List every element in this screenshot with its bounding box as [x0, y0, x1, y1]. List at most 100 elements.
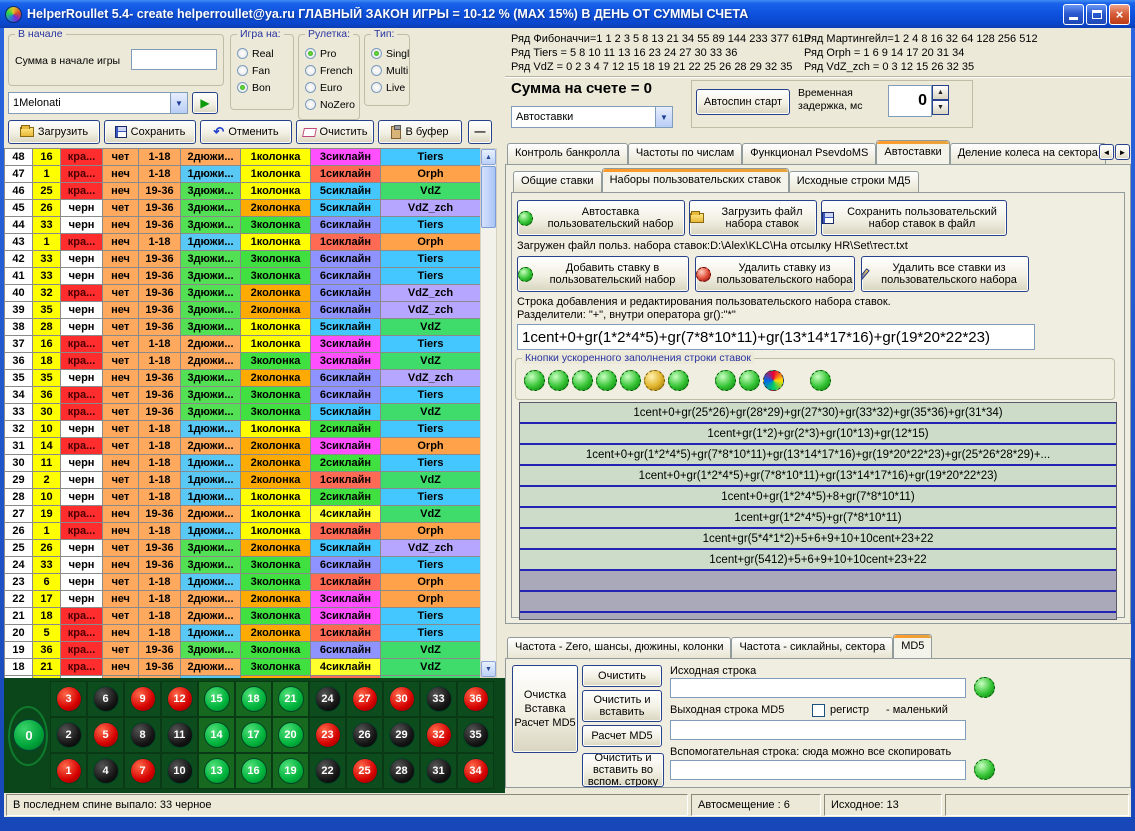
add-bet-button[interactable]: Добавить ставку в пользовательский набор [517, 256, 689, 292]
roulette-cell-9[interactable]: 9 [124, 681, 161, 717]
load-button[interactable]: Загрузить [8, 120, 100, 144]
chip-icon[interactable] [715, 370, 736, 391]
roulette-cell-11[interactable]: 11 [161, 717, 198, 753]
chip-icon[interactable] [620, 370, 641, 391]
roulette-cell-14[interactable]: 14 [198, 717, 235, 753]
bet-string-row[interactable]: 1cent+gr(5*4*1*2)+5+6+9+10+10cent+23+22 [520, 529, 1116, 550]
radio-option-fan[interactable]: Fan [233, 62, 291, 79]
save-button[interactable]: Сохранить [104, 120, 196, 144]
roulette-cell-30[interactable]: 30 [383, 681, 420, 717]
roulette-cell-1[interactable]: 1 [50, 753, 87, 789]
save-bet-set-file-button[interactable]: Сохранить пользовательский набор ставок … [821, 200, 1007, 236]
lowercase-checkbox[interactable] [812, 704, 825, 717]
tab-частоты-по-числам[interactable]: Частоты по числам [628, 143, 742, 164]
preset-select[interactable]: 1Melonati ▼ [8, 92, 188, 114]
tab-контроль-банкролла[interactable]: Контроль банкролла [507, 143, 628, 164]
chip-icon[interactable] [668, 370, 689, 391]
radio-option-live[interactable]: Live [367, 79, 407, 96]
chip-multi-icon[interactable] [763, 370, 784, 391]
roulette-cell-36[interactable]: 36 [457, 681, 494, 717]
md5-clear-paste-aux-button[interactable]: Очистить и вставить во вспом. строку [582, 753, 664, 787]
roulette-cell-33[interactable]: 33 [420, 681, 457, 717]
tab-общие-ставки[interactable]: Общие ставки [513, 171, 602, 192]
delay-input[interactable]: 0 [888, 85, 932, 117]
roulette-cell-3[interactable]: 3 [50, 681, 87, 717]
title-bar[interactable]: HelperRoullet 5.4- create helperroullet@… [0, 0, 1135, 28]
radio-option-bon[interactable]: Bon [233, 79, 291, 96]
close-button[interactable]: × [1109, 4, 1130, 25]
roulette-cell-25[interactable]: 25 [346, 753, 383, 789]
roulette-cell-21[interactable]: 21 [272, 681, 309, 717]
tab-частота-сиклайны-сектора[interactable]: Частота - сиклайны, сектора [731, 637, 893, 658]
roulette-cell-28[interactable]: 28 [383, 753, 420, 789]
md5-aux-input[interactable] [670, 760, 966, 780]
chevron-down-icon[interactable]: ▼ [655, 107, 672, 127]
md5-calc-button[interactable]: Расчет MD5 [582, 725, 662, 747]
chevron-down-icon[interactable]: ▼ [170, 93, 187, 113]
roulette-cell-32[interactable]: 32 [420, 717, 457, 753]
chip-icon[interactable] [739, 370, 760, 391]
radio-option-real[interactable]: Real [233, 45, 291, 62]
tab-scroll-right-button[interactable]: ► [1115, 144, 1130, 160]
roulette-cell-7[interactable]: 7 [124, 753, 161, 789]
chip-icon[interactable] [524, 370, 545, 391]
play-button[interactable]: ▶ [192, 92, 218, 114]
roulette-cell-20[interactable]: 20 [272, 717, 309, 753]
chip-icon[interactable] [974, 677, 995, 698]
start-sum-input[interactable] [131, 49, 217, 70]
md5-source-input[interactable] [670, 678, 966, 698]
autostake-user-set-button[interactable]: Автоставка пользовательский набор [517, 200, 685, 236]
roulette-cell-31[interactable]: 31 [420, 753, 457, 789]
chip-icon[interactable] [572, 370, 593, 391]
radio-option-pro[interactable]: Pro [301, 45, 357, 62]
chip-gold-icon[interactable] [644, 370, 665, 391]
tab-деление-колеса-на-сектора[interactable]: Деление колеса на сектора [950, 143, 1106, 164]
load-bet-set-file-button[interactable]: Загрузить файл набора ставок [689, 200, 817, 236]
collapse-button[interactable]: — [468, 120, 492, 144]
roulette-cell-23[interactable]: 23 [309, 717, 346, 753]
to-buffer-button[interactable]: В буфер [378, 120, 462, 144]
roulette-cell-35[interactable]: 35 [457, 717, 494, 753]
roulette-cell-26[interactable]: 26 [346, 717, 383, 753]
remove-all-bets-button[interactable]: Удалить все ставки из пользовательского … [861, 256, 1029, 292]
radio-option-euro[interactable]: Euro [301, 79, 357, 96]
bet-string-row[interactable]: 1cent+gr(1*2)+gr(2*3)+gr(10*13)+gr(12*15… [520, 424, 1116, 445]
bet-string-row[interactable]: 1cent+0+gr(1*2*4*5)+gr(7*8*10*11)+gr(13*… [520, 445, 1116, 466]
roulette-cell-10[interactable]: 10 [161, 753, 198, 789]
tab-частота-zero-шансы-дюжины-колонки[interactable]: Частота - Zero, шансы, дюжины, колонки [507, 637, 731, 658]
roulette-cell-27[interactable]: 27 [346, 681, 383, 717]
chip-icon[interactable] [974, 759, 995, 780]
roulette-cell-24[interactable]: 24 [309, 681, 346, 717]
roulette-cell-2[interactable]: 2 [50, 717, 87, 753]
md5-clear-button[interactable]: Очистить [582, 665, 662, 687]
roulette-cell-13[interactable]: 13 [198, 753, 235, 789]
scrollbar-thumb[interactable] [481, 166, 496, 228]
undo-button[interactable]: ↶Отменить [200, 120, 292, 144]
chip-icon[interactable] [810, 370, 831, 391]
roulette-cell-16[interactable]: 16 [235, 753, 272, 789]
maximize-button[interactable] [1086, 4, 1107, 25]
bet-string-row[interactable]: 1cent+0+gr(1*2*4*5)+gr(7*8*10*11)+gr(13*… [520, 466, 1116, 487]
remove-bet-button[interactable]: Удалить ставку из пользовательского набо… [695, 256, 855, 292]
bet-string-row[interactable]: 1cent+0+gr(25*26)+gr(28*29)+gr(27*30)+gr… [520, 403, 1116, 424]
tab-наборы-пользовательских-ставок[interactable]: Наборы пользовательских ставок [602, 168, 789, 192]
md5-output-input[interactable] [670, 720, 966, 740]
bet-string-row[interactable]: 1cent+0+gr(1*2*4*5)+8+gr(7*8*10*11) [520, 487, 1116, 508]
chip-icon[interactable] [596, 370, 617, 391]
minimize-button[interactable] [1063, 4, 1084, 25]
tab-scroll-left-button[interactable]: ◄ [1099, 144, 1114, 160]
roulette-cell-19[interactable]: 19 [272, 753, 309, 789]
roulette-cell-17[interactable]: 17 [235, 717, 272, 753]
autospin-start-button[interactable]: Автоспин старт [696, 89, 790, 115]
autobets-select[interactable]: Автоставки ▼ [511, 106, 673, 128]
clear-button[interactable]: Очистить [296, 120, 374, 144]
md5-clear-paste-button[interactable]: Очистить и вставить [582, 690, 662, 722]
roulette-cell-4[interactable]: 4 [87, 753, 124, 789]
bet-string-input[interactable]: 1cent+0+gr(1*2*4*5)+gr(7*8*10*11)+gr(13*… [517, 324, 1035, 350]
md5-macro-button[interactable]: Очистка Вставка Расчет MD5 [512, 665, 578, 753]
roulette-cell-12[interactable]: 12 [161, 681, 198, 717]
roulette-cell-8[interactable]: 8 [124, 717, 161, 753]
roulette-cell-18[interactable]: 18 [235, 681, 272, 717]
tab-md5[interactable]: MD5 [893, 634, 932, 658]
tab-автоставки[interactable]: Автоставки [876, 140, 949, 164]
